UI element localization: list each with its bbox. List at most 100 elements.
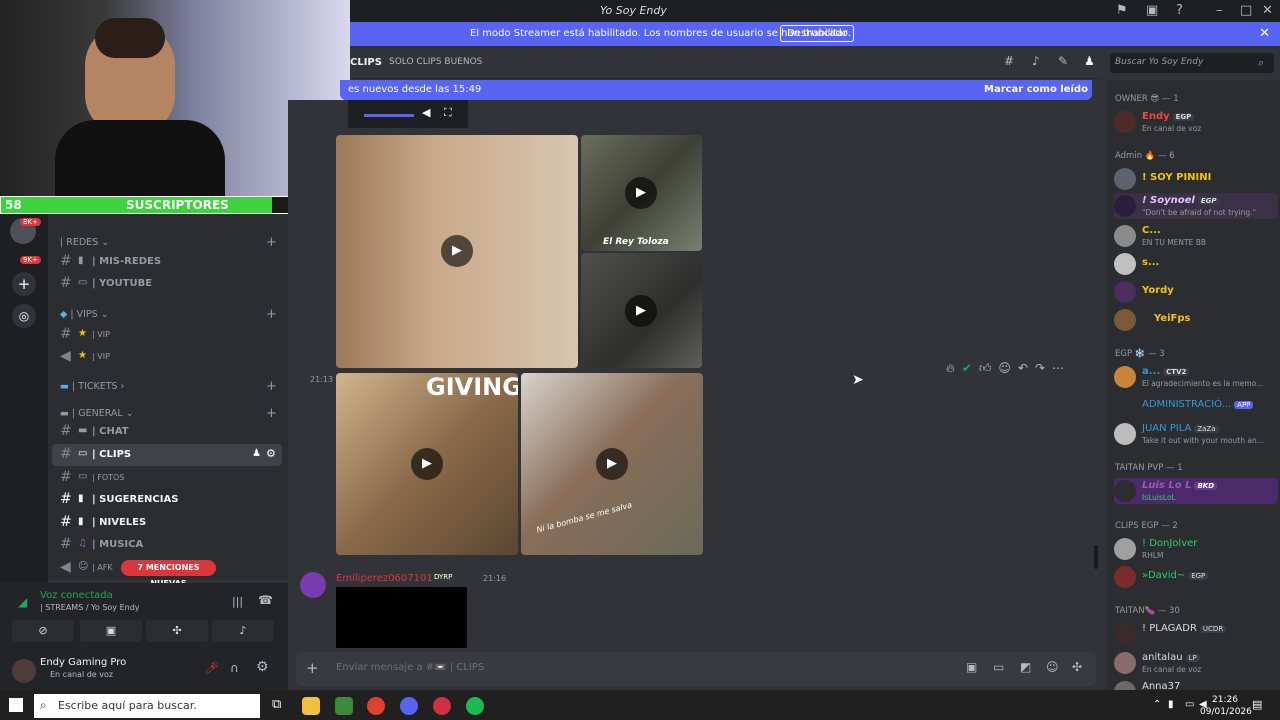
channel-fotos[interactable]: # ▭ | FOTOS xyxy=(52,467,282,489)
store-icon[interactable] xyxy=(335,697,353,715)
message-composer[interactable]: + Enviar mensaje a #📼 | CLIPS ▣ ▭ ◩ ☺ ✣ xyxy=(296,652,1096,686)
mic-icon[interactable]: ▮ xyxy=(1168,699,1174,710)
category-vips[interactable]: ◆ | VIPS ⌄ + xyxy=(60,307,277,322)
minimize-icon[interactable]: – xyxy=(1216,3,1223,18)
member-item[interactable]: YeiFps xyxy=(1114,307,1278,333)
apps-icon[interactable]: ✣ xyxy=(1072,660,1082,674)
app-icon[interactable] xyxy=(433,697,451,715)
add-member-icon[interactable]: ♟ xyxy=(252,448,261,459)
play-icon[interactable]: ▶ xyxy=(625,295,657,327)
video-attachment[interactable]: GIVING ▶ xyxy=(336,373,518,555)
check-reaction-icon[interactable]: ✔ xyxy=(962,361,972,375)
add-server-icon[interactable]: + xyxy=(12,272,36,296)
pin-icon[interactable]: ✎ xyxy=(1058,54,1068,68)
bell-icon[interactable]: ♪ xyxy=(1032,54,1040,68)
notification-icon[interactable]: ▤ xyxy=(1252,698,1262,711)
member-item[interactable]: Yordy xyxy=(1114,279,1278,305)
category-general[interactable]: ▬ | GENERAL ⌄ + xyxy=(60,406,277,421)
channel-chat[interactable]: # ▬ | CHAT xyxy=(52,421,282,443)
gif-icon[interactable]: ▭ xyxy=(993,660,1004,674)
emoji-icon[interactable]: ☺ xyxy=(1046,660,1059,674)
channel-clips[interactable]: # ▭ | CLIPS ♟ ⚙ xyxy=(52,444,282,466)
member-item[interactable]: »David~ EGP xyxy=(1114,564,1278,590)
disconnect-icon[interactable]: ☎ xyxy=(258,593,273,607)
new-mentions-badge[interactable]: 7 MENCIONES NUEVAS xyxy=(121,560,216,588)
fire-reaction-icon[interactable]: 🔥︎ xyxy=(946,361,955,375)
avatar[interactable] xyxy=(12,659,36,683)
discord-icon[interactable] xyxy=(400,697,418,715)
close-window-icon[interactable]: ✕ xyxy=(1262,3,1273,18)
member-item[interactable]: ! PLAGADR UCDR xyxy=(1114,621,1278,647)
category-redes[interactable]: | REDES ⌄ + xyxy=(60,235,277,250)
channel-vip[interactable]: # ★ | VIP xyxy=(52,324,282,346)
category-tickets[interactable]: ▬ | TICKETS › + xyxy=(60,379,277,394)
new-messages-bar[interactable]: es nuevos desde las 15:49 Marcar como le… xyxy=(340,80,1092,100)
network-icon[interactable]: ▭ xyxy=(1185,699,1194,710)
video-attachment[interactable]: ▶ xyxy=(581,253,702,368)
task-view-icon[interactable]: ⧉ xyxy=(272,697,281,712)
play-icon[interactable]: ▶ xyxy=(441,235,473,267)
spotify-icon[interactable] xyxy=(466,697,484,715)
search-input[interactable]: Buscar Yo Soy Endy ⌕ xyxy=(1110,53,1274,73)
add-channel-icon[interactable]: + xyxy=(266,307,277,322)
member-item[interactable]: ! Soynoel EGP "Don't be afraid of not tryi… xyxy=(1114,193,1278,219)
play-icon[interactable]: ▶ xyxy=(596,448,628,480)
disable-streamer-button[interactable]: Deshabilitar xyxy=(780,25,855,42)
thumbs-up-icon[interactable]: 👍︎ xyxy=(979,361,992,375)
member-item[interactable]: ! DonJolver RHLM xyxy=(1114,536,1278,562)
headphones-icon[interactable]: ∩ xyxy=(230,661,239,675)
scrollbar[interactable] xyxy=(1094,545,1098,569)
emoji-icon[interactable]: ☺ xyxy=(998,361,1011,375)
video-controls[interactable]: ◀ ⛶ xyxy=(348,100,468,128)
reply-icon[interactable]: ↶ xyxy=(1018,361,1028,375)
add-channel-icon[interactable]: + xyxy=(266,235,277,250)
mark-read-button[interactable]: Marcar como leído xyxy=(984,84,1088,95)
voice-channel[interactable]: | STREAMS / Yo Soy Endy xyxy=(40,603,140,612)
members-icon[interactable]: ♟ xyxy=(1084,54,1095,68)
image-attachment[interactable] xyxy=(336,587,467,648)
mic-muted-icon[interactable]: 🎤︎ xyxy=(204,661,219,675)
member-item[interactable]: ! SOY PININI xyxy=(1114,166,1278,192)
threads-icon[interactable]: # xyxy=(1004,54,1014,68)
attach-icon[interactable]: + xyxy=(306,659,319,677)
soundboard-button[interactable]: ♪ xyxy=(212,620,274,642)
channel-vip-voice[interactable]: ◀ ★ | VIP xyxy=(52,346,282,368)
inbox-icon[interactable]: ⚑ xyxy=(1116,3,1128,18)
play-icon[interactable]: ▶ xyxy=(625,177,657,209)
video-progress[interactable] xyxy=(364,114,414,117)
channel-youtube[interactable]: # ▭ | YOUTUBE xyxy=(52,273,282,295)
taskbar-date[interactable]: 09/01/2026 xyxy=(1200,707,1252,717)
fullscreen-icon[interactable]: ⛶ xyxy=(444,106,452,120)
play-icon[interactable]: ▶ xyxy=(411,448,443,480)
video-attachment[interactable]: ▶ El Rey Toloza xyxy=(581,135,702,251)
member-item[interactable]: anitalau LP En canal de voz xyxy=(1114,650,1278,676)
explore-icon[interactable]: ◎ xyxy=(12,304,36,328)
help-icon[interactable]: ? xyxy=(1176,3,1183,18)
member-item[interactable]: Anna37 xyxy=(1114,679,1278,690)
monitor-icon[interactable]: ▣ xyxy=(1146,3,1158,18)
gear-icon[interactable]: ⚙ xyxy=(256,659,269,675)
member-item[interactable]: Endy EGP En canal de voz xyxy=(1114,109,1278,135)
more-icon[interactable]: ⋯ xyxy=(1052,361,1064,375)
forward-icon[interactable]: ↷ xyxy=(1035,361,1045,375)
noise-icon[interactable]: ||| xyxy=(232,595,243,608)
sticker-icon[interactable]: ◩ xyxy=(1020,660,1031,674)
channel-mis-redes[interactable]: # ▮ | MIS-REDES xyxy=(52,251,282,273)
member-item[interactable]: ADMINISTRACIÓ... APP xyxy=(1114,393,1278,419)
tray-chevron-icon[interactable]: ⌃ xyxy=(1153,699,1161,710)
avatar[interactable] xyxy=(300,572,326,598)
channel-niveles[interactable]: # ▮ | NIVELES xyxy=(52,512,282,534)
chrome-icon[interactable] xyxy=(367,697,385,715)
video-attachment[interactable]: ▶ Ni la bomba se me salva xyxy=(521,373,703,555)
taskbar-search[interactable]: ⌕ Escribe aquí para buscar. xyxy=(34,694,260,718)
taskbar-time[interactable]: 21:26 xyxy=(1212,695,1238,705)
member-item[interactable]: Luis Lo L BKD IsLuisLoL xyxy=(1114,478,1278,504)
member-item[interactable]: a... CTV2 El agradecimiento es la memo... xyxy=(1114,364,1278,390)
channel-sugerencias[interactable]: # ▮ | SUGERENCIAS xyxy=(52,489,282,511)
add-channel-icon[interactable]: + xyxy=(266,406,277,421)
channel-musica[interactable]: # ♫ | MUSICA xyxy=(52,534,282,556)
video-off-button[interactable]: ⊘ xyxy=(12,620,74,642)
activities-button[interactable]: ✣ xyxy=(146,620,208,642)
gear-icon[interactable]: ⚙ xyxy=(266,447,276,460)
member-item[interactable]: s... xyxy=(1114,251,1278,277)
